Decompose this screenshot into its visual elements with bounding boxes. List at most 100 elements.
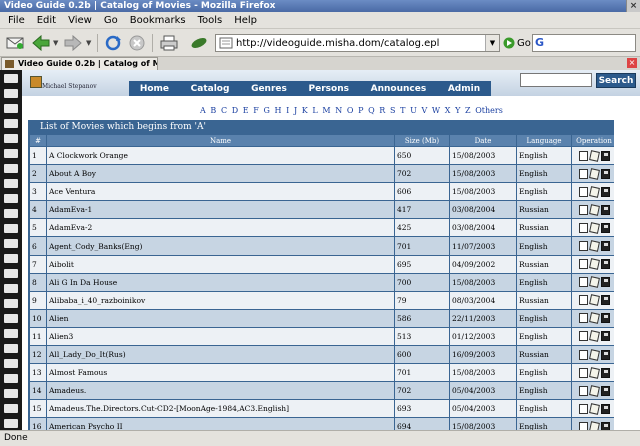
letter-link[interactable]: T xyxy=(400,106,405,115)
movie-name[interactable]: AdamEva-1 xyxy=(47,201,394,219)
movie-name[interactable]: A Clockwork Orange xyxy=(47,147,394,165)
save-disk-icon[interactable] xyxy=(600,168,610,179)
menu-view[interactable]: View xyxy=(62,12,98,29)
save-disk-icon[interactable] xyxy=(600,295,610,306)
edit-pencil-icon[interactable] xyxy=(588,403,600,415)
nav-persons[interactable]: Persons xyxy=(309,84,349,94)
letter-link[interactable]: X xyxy=(445,106,451,115)
nav-home[interactable]: Home xyxy=(140,84,169,94)
view-document-icon[interactable] xyxy=(578,349,588,360)
view-document-icon[interactable] xyxy=(578,222,588,233)
movie-name[interactable]: Amadeus.The.Directors.Cut-CD2-[MoonAge-1… xyxy=(47,400,394,418)
tab-video-guide[interactable]: Video Guide 0.2b | Catalog of Mo... xyxy=(1,57,158,70)
letter-link[interactable]: B xyxy=(210,106,216,115)
address-dropdown-icon[interactable]: ▼ xyxy=(485,35,499,51)
letter-link[interactable]: A xyxy=(200,106,206,115)
edit-pencil-icon[interactable] xyxy=(588,348,600,361)
nav-announces[interactable]: Announces xyxy=(371,84,427,94)
movie-name[interactable]: Agent_Cody_Banks(Eng) xyxy=(47,237,394,255)
movie-name[interactable]: Amadeus. xyxy=(47,382,394,400)
movie-name[interactable]: Alien xyxy=(47,309,394,327)
movie-name[interactable]: Alien3 xyxy=(47,327,394,346)
letter-link[interactable]: Q xyxy=(368,106,375,115)
save-disk-icon[interactable] xyxy=(600,222,610,233)
save-disk-icon[interactable] xyxy=(600,331,610,342)
nav-genres[interactable]: Genres xyxy=(251,84,287,94)
edit-pencil-icon[interactable] xyxy=(588,294,600,307)
view-document-icon[interactable] xyxy=(578,403,588,414)
mail-icon[interactable] xyxy=(4,33,26,53)
movie-name[interactable]: AdamEva-2 xyxy=(47,219,394,237)
stop-icon[interactable] xyxy=(126,33,148,53)
movie-name[interactable]: Aibolit xyxy=(47,255,394,273)
view-document-icon[interactable] xyxy=(578,367,588,378)
edit-pencil-icon[interactable] xyxy=(588,167,600,180)
column-header[interactable]: Language xyxy=(517,135,571,146)
address-bar[interactable]: http://videoguide.misha.dom/catalog.epl … xyxy=(215,34,500,52)
save-disk-icon[interactable] xyxy=(600,385,610,396)
view-document-icon[interactable] xyxy=(578,241,588,252)
save-disk-icon[interactable] xyxy=(600,186,610,197)
view-document-icon[interactable] xyxy=(578,421,588,430)
edit-pencil-icon[interactable] xyxy=(588,149,600,162)
nav-admin[interactable]: Admin xyxy=(448,84,480,94)
letter-link[interactable]: G xyxy=(263,106,269,115)
menu-file[interactable]: File xyxy=(2,12,31,29)
save-disk-icon[interactable] xyxy=(600,150,610,161)
browser-search-input[interactable]: G xyxy=(532,34,636,52)
letter-link[interactable]: C xyxy=(221,106,227,115)
letter-link-others[interactable]: Others xyxy=(475,106,503,115)
letter-link[interactable]: D xyxy=(232,106,238,115)
view-document-icon[interactable] xyxy=(578,277,588,288)
letter-link[interactable]: O xyxy=(347,106,354,115)
forward-dropdown-icon[interactable]: ▼ xyxy=(86,39,91,47)
letter-link[interactable]: M xyxy=(322,106,330,115)
letter-link[interactable]: E xyxy=(243,106,249,115)
edit-pencil-icon[interactable] xyxy=(588,366,600,379)
save-disk-icon[interactable] xyxy=(600,403,610,414)
forward-arrow-icon[interactable] xyxy=(62,33,84,53)
reload-icon[interactable] xyxy=(102,33,124,53)
menu-help[interactable]: Help xyxy=(228,12,263,29)
edit-pencil-icon[interactable] xyxy=(588,185,600,198)
window-close-icon[interactable]: × xyxy=(626,0,640,12)
letter-link[interactable]: K xyxy=(302,106,308,115)
view-document-icon[interactable] xyxy=(578,204,588,215)
column-header[interactable]: Date xyxy=(450,135,516,146)
movie-name[interactable]: Almost Famous xyxy=(47,364,394,382)
view-document-icon[interactable] xyxy=(578,331,588,342)
letter-link[interactable]: Z xyxy=(465,106,471,115)
save-disk-icon[interactable] xyxy=(600,421,610,430)
letter-link[interactable]: N xyxy=(335,106,342,115)
view-document-icon[interactable] xyxy=(578,313,588,324)
view-document-icon[interactable] xyxy=(578,186,588,197)
edit-pencil-icon[interactable] xyxy=(588,421,600,430)
movie-name[interactable]: Ace Ventura xyxy=(47,183,394,201)
view-document-icon[interactable] xyxy=(578,259,588,270)
save-disk-icon[interactable] xyxy=(600,277,610,288)
letter-link[interactable]: R xyxy=(379,106,385,115)
edit-pencil-icon[interactable] xyxy=(588,312,600,325)
view-document-icon[interactable] xyxy=(578,168,588,179)
edit-pencil-icon[interactable] xyxy=(588,384,600,397)
column-header[interactable]: # xyxy=(30,135,46,146)
letter-link[interactable]: P xyxy=(358,106,363,115)
edit-pencil-icon[interactable] xyxy=(588,204,600,216)
save-disk-icon[interactable] xyxy=(600,204,610,215)
view-document-icon[interactable] xyxy=(578,295,588,306)
save-disk-icon[interactable] xyxy=(600,367,610,378)
column-header[interactable]: Name xyxy=(47,135,394,146)
go-button[interactable]: Go xyxy=(503,35,531,51)
letter-link[interactable]: W xyxy=(432,106,440,115)
site-search-button[interactable]: Search xyxy=(596,73,636,88)
print-icon[interactable] xyxy=(158,33,180,53)
back-arrow-icon[interactable] xyxy=(30,33,52,53)
menu-go[interactable]: Go xyxy=(98,12,124,29)
letter-link[interactable]: Y xyxy=(455,106,460,115)
movie-name[interactable]: Alibaba_i_40_razboinikov xyxy=(47,291,394,309)
edit-pencil-icon[interactable] xyxy=(588,222,600,234)
menu-bookmarks[interactable]: Bookmarks xyxy=(124,12,192,29)
back-dropdown-icon[interactable]: ▼ xyxy=(53,39,58,47)
save-disk-icon[interactable] xyxy=(600,241,610,252)
letter-link[interactable]: H xyxy=(275,106,282,115)
